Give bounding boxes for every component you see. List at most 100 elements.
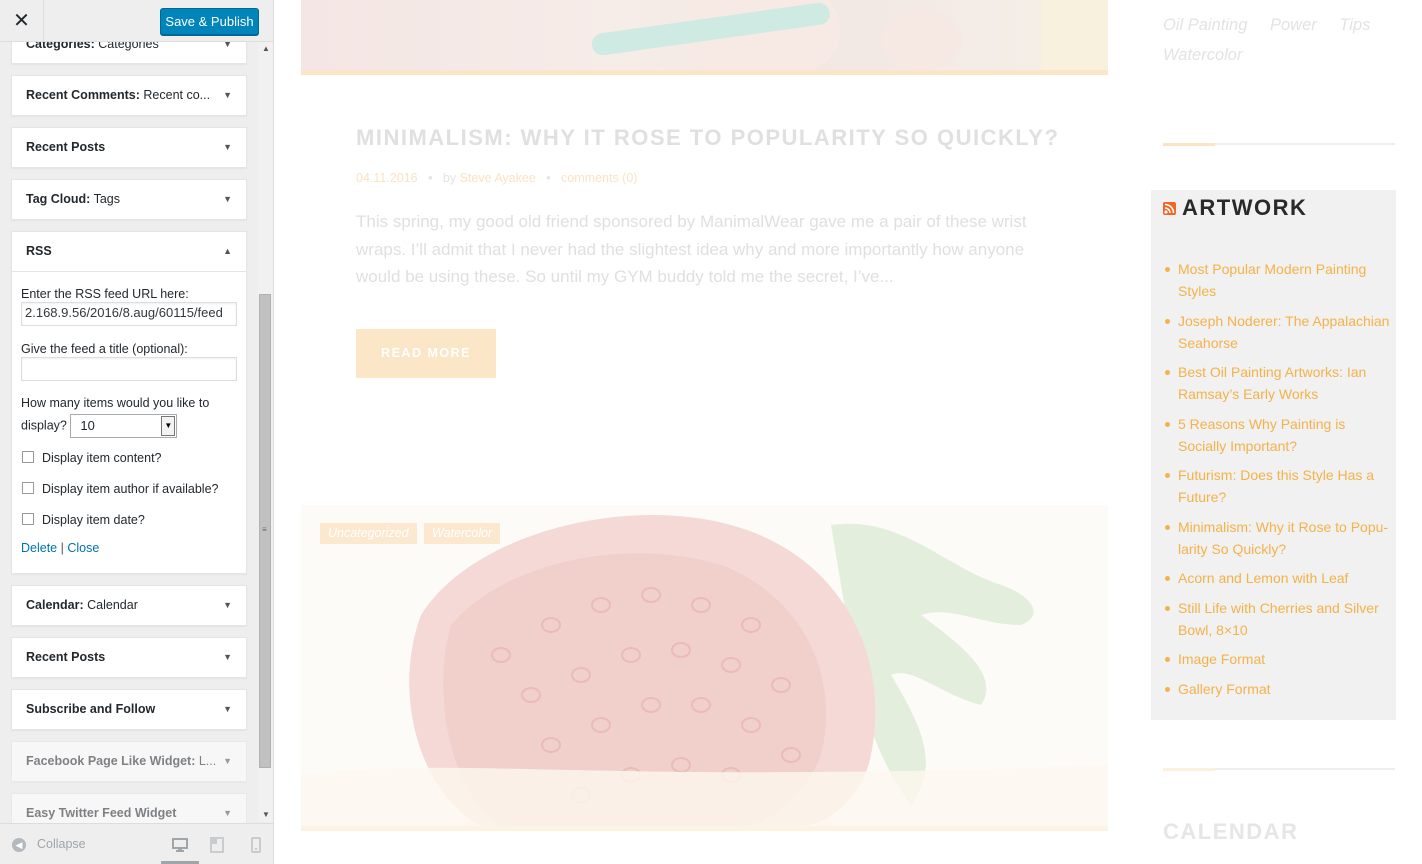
- expand-arrow-icon[interactable]: ▼: [223, 180, 232, 219]
- widget-facebook-like[interactable]: Facebook Page Like Widget: L... ▼: [11, 741, 247, 782]
- widget-title: Facebook Page Like Widget:: [26, 754, 196, 768]
- feed-title-label: Give the feed a title (optional):: [21, 342, 188, 356]
- tag-link[interactable]: Watercolor: [1163, 46, 1242, 64]
- option-label: Display item author if available?: [42, 482, 219, 496]
- tag-cloud: Oil Painting Power Tips Watercolor: [1163, 10, 1403, 70]
- post-meta: 04.11.2016 • by Steve Ayakee • comments …: [356, 171, 637, 185]
- desktop-preview-icon[interactable]: [171, 836, 189, 854]
- widget-subtitle: L...: [195, 754, 217, 768]
- scroll-up-icon[interactable]: ▲: [262, 44, 270, 53]
- post-date[interactable]: 04.11.2016: [356, 171, 418, 185]
- customizer-footer: ◀ Collapse: [0, 823, 273, 864]
- widget-subtitle: Recent co...: [139, 88, 211, 102]
- rss-widget-form: Enter the RSS feed URL here: 2.168.9.56/…: [12, 271, 246, 555]
- widget-recent-posts-2[interactable]: Recent Posts ▼: [11, 637, 247, 678]
- expand-arrow-icon[interactable]: ▼: [223, 128, 232, 167]
- feed-title-input[interactable]: [21, 357, 237, 381]
- widget-subtitle: Calendar: [83, 598, 138, 612]
- calendar-widget-title: CALENDAR: [1163, 819, 1299, 844]
- widget-title: Calendar:: [26, 598, 84, 612]
- image-accent-bar: [301, 70, 1108, 75]
- list-item[interactable]: Still Life with Cherries and Silver Bowl…: [1165, 597, 1393, 641]
- post-comments[interactable]: comments (0): [561, 171, 637, 185]
- collapse-arrow-icon[interactable]: ▲: [223, 232, 232, 271]
- section-divider: [1163, 143, 1395, 146]
- widget-recent-comments[interactable]: Recent Comments: Recent co... ▼: [11, 75, 247, 116]
- expand-arrow-icon[interactable]: ▼: [223, 586, 232, 625]
- list-item[interactable]: Acorn and Lemon with Leaf: [1165, 567, 1393, 589]
- items-count-value: 10: [80, 418, 95, 433]
- link-separator: |: [60, 541, 64, 555]
- scroll-down-icon[interactable]: ▼: [262, 810, 270, 819]
- list-item[interactable]: Image Format: [1165, 648, 1393, 670]
- tag-link[interactable]: Tips: [1339, 16, 1370, 34]
- list-item[interactable]: Minimalism: Why it Rose to Popu-larity S…: [1165, 516, 1393, 560]
- list-item[interactable]: Joseph Noderer: The Appalachian Seahorse: [1165, 310, 1393, 354]
- option-display-author[interactable]: Display item author if available?: [21, 477, 237, 508]
- checkbox-display-author[interactable]: [22, 482, 34, 494]
- option-display-content[interactable]: Display item content?: [21, 446, 237, 477]
- strawberry-featured-image[interactable]: [301, 505, 1108, 826]
- expand-arrow-icon[interactable]: ▼: [223, 638, 232, 677]
- post-featured-image[interactable]: [301, 0, 1108, 85]
- list-item[interactable]: Most Popular Modern Painting Styles: [1165, 258, 1393, 302]
- widget-rss: RSS ▲ Enter the RSS feed URL here: 2.168…: [11, 231, 247, 574]
- mobile-preview-icon[interactable]: [247, 836, 265, 854]
- list-item[interactable]: Gallery Format: [1165, 678, 1393, 700]
- checkbox-display-date[interactable]: [22, 513, 34, 525]
- widget-rss-header[interactable]: RSS ▲: [12, 232, 246, 271]
- dropdown-arrow-icon[interactable]: ▼: [161, 416, 176, 436]
- save-publish-button[interactable]: Save & Publish: [160, 8, 259, 35]
- customizer-panel: Categories: Categories ▼ Recent Comments…: [0, 0, 274, 864]
- scroll-grip-icon: ≡: [262, 525, 267, 534]
- post-category-tag[interactable]: Watercolor: [424, 523, 501, 544]
- meta-dot: •: [421, 171, 440, 185]
- widget-title: Subscribe and Follow: [26, 702, 156, 716]
- widget-subtitle: Tags: [90, 192, 120, 206]
- items-count-label: How many items would you like to: [21, 396, 210, 410]
- widget-title: Easy Twitter Feed Widget: [26, 806, 177, 820]
- tag-link[interactable]: Power: [1270, 16, 1317, 34]
- site-preview: MINIMALISM: WHY IT ROSE TO POPULARITY SO…: [274, 0, 1422, 864]
- collapse-button[interactable]: Collapse: [37, 837, 86, 851]
- post-title[interactable]: MINIMALISM: WHY IT ROSE TO POPULARITY SO…: [356, 125, 1059, 151]
- collapse-arrow-icon[interactable]: ◀: [12, 838, 26, 852]
- widget-recent-posts[interactable]: Recent Posts ▼: [11, 127, 247, 168]
- delete-widget-link[interactable]: Delete: [21, 541, 57, 555]
- widget-tag-cloud[interactable]: Tag Cloud: Tags ▼: [11, 179, 247, 220]
- expand-arrow-icon[interactable]: ▼: [223, 742, 232, 781]
- artwork-list: Most Popular Modern Painting Styles Jose…: [1165, 258, 1393, 707]
- checkbox-display-content[interactable]: [22, 451, 34, 463]
- expand-arrow-icon[interactable]: ▼: [223, 76, 232, 115]
- widget-title: Recent Posts: [26, 140, 106, 154]
- close-customizer-button[interactable]: ✕: [0, 0, 44, 42]
- image-accent-bar: [301, 826, 1108, 831]
- customizer-header: ✕ Save & Publish: [0, 0, 273, 42]
- rss-url-label: Enter the RSS feed URL here:: [21, 287, 189, 301]
- post-by: by: [442, 171, 457, 185]
- post-author[interactable]: Steve Ayakee: [460, 171, 536, 185]
- list-item[interactable]: Best Oil Painting Artworks: Ian Ramsay’s…: [1165, 361, 1393, 405]
- read-more-button[interactable]: READ MORE: [356, 329, 496, 378]
- expand-arrow-icon[interactable]: ▼: [223, 690, 232, 729]
- artwork-widget: ARTWORK Most Popular Modern Painting Sty…: [1151, 190, 1396, 720]
- list-item[interactable]: Futurism: Does this Style Has a Future?: [1165, 464, 1393, 508]
- widget-title: Recent Comments:: [26, 88, 140, 102]
- items-count-select[interactable]: 10 ▼: [70, 414, 178, 438]
- widget-list: Categories: Categories ▼ Recent Comments…: [0, 0, 258, 864]
- tag-link[interactable]: Oil Painting: [1163, 16, 1247, 34]
- list-item[interactable]: 5 Reasons Why Painting is Socially Impor…: [1165, 413, 1393, 457]
- rss-url-input[interactable]: 2.168.9.56/2016/8.aug/60115/feed: [21, 302, 237, 326]
- option-display-date[interactable]: Display item date?: [21, 508, 237, 539]
- artwork-title[interactable]: ARTWORK: [1182, 195, 1307, 221]
- items-count-label-2: display?: [21, 418, 67, 433]
- tablet-preview-icon[interactable]: [208, 836, 226, 854]
- option-label: Display item date?: [42, 513, 145, 527]
- widget-subscribe-follow[interactable]: Subscribe and Follow ▼: [11, 689, 247, 730]
- close-widget-link[interactable]: Close: [67, 541, 99, 555]
- post-category-tag[interactable]: Uncategorized: [320, 523, 417, 544]
- widget-title: Recent Posts: [26, 650, 106, 664]
- rss-icon[interactable]: [1163, 202, 1176, 215]
- widget-title: Tag Cloud:: [26, 192, 91, 206]
- widget-calendar[interactable]: Calendar: Calendar ▼: [11, 585, 247, 626]
